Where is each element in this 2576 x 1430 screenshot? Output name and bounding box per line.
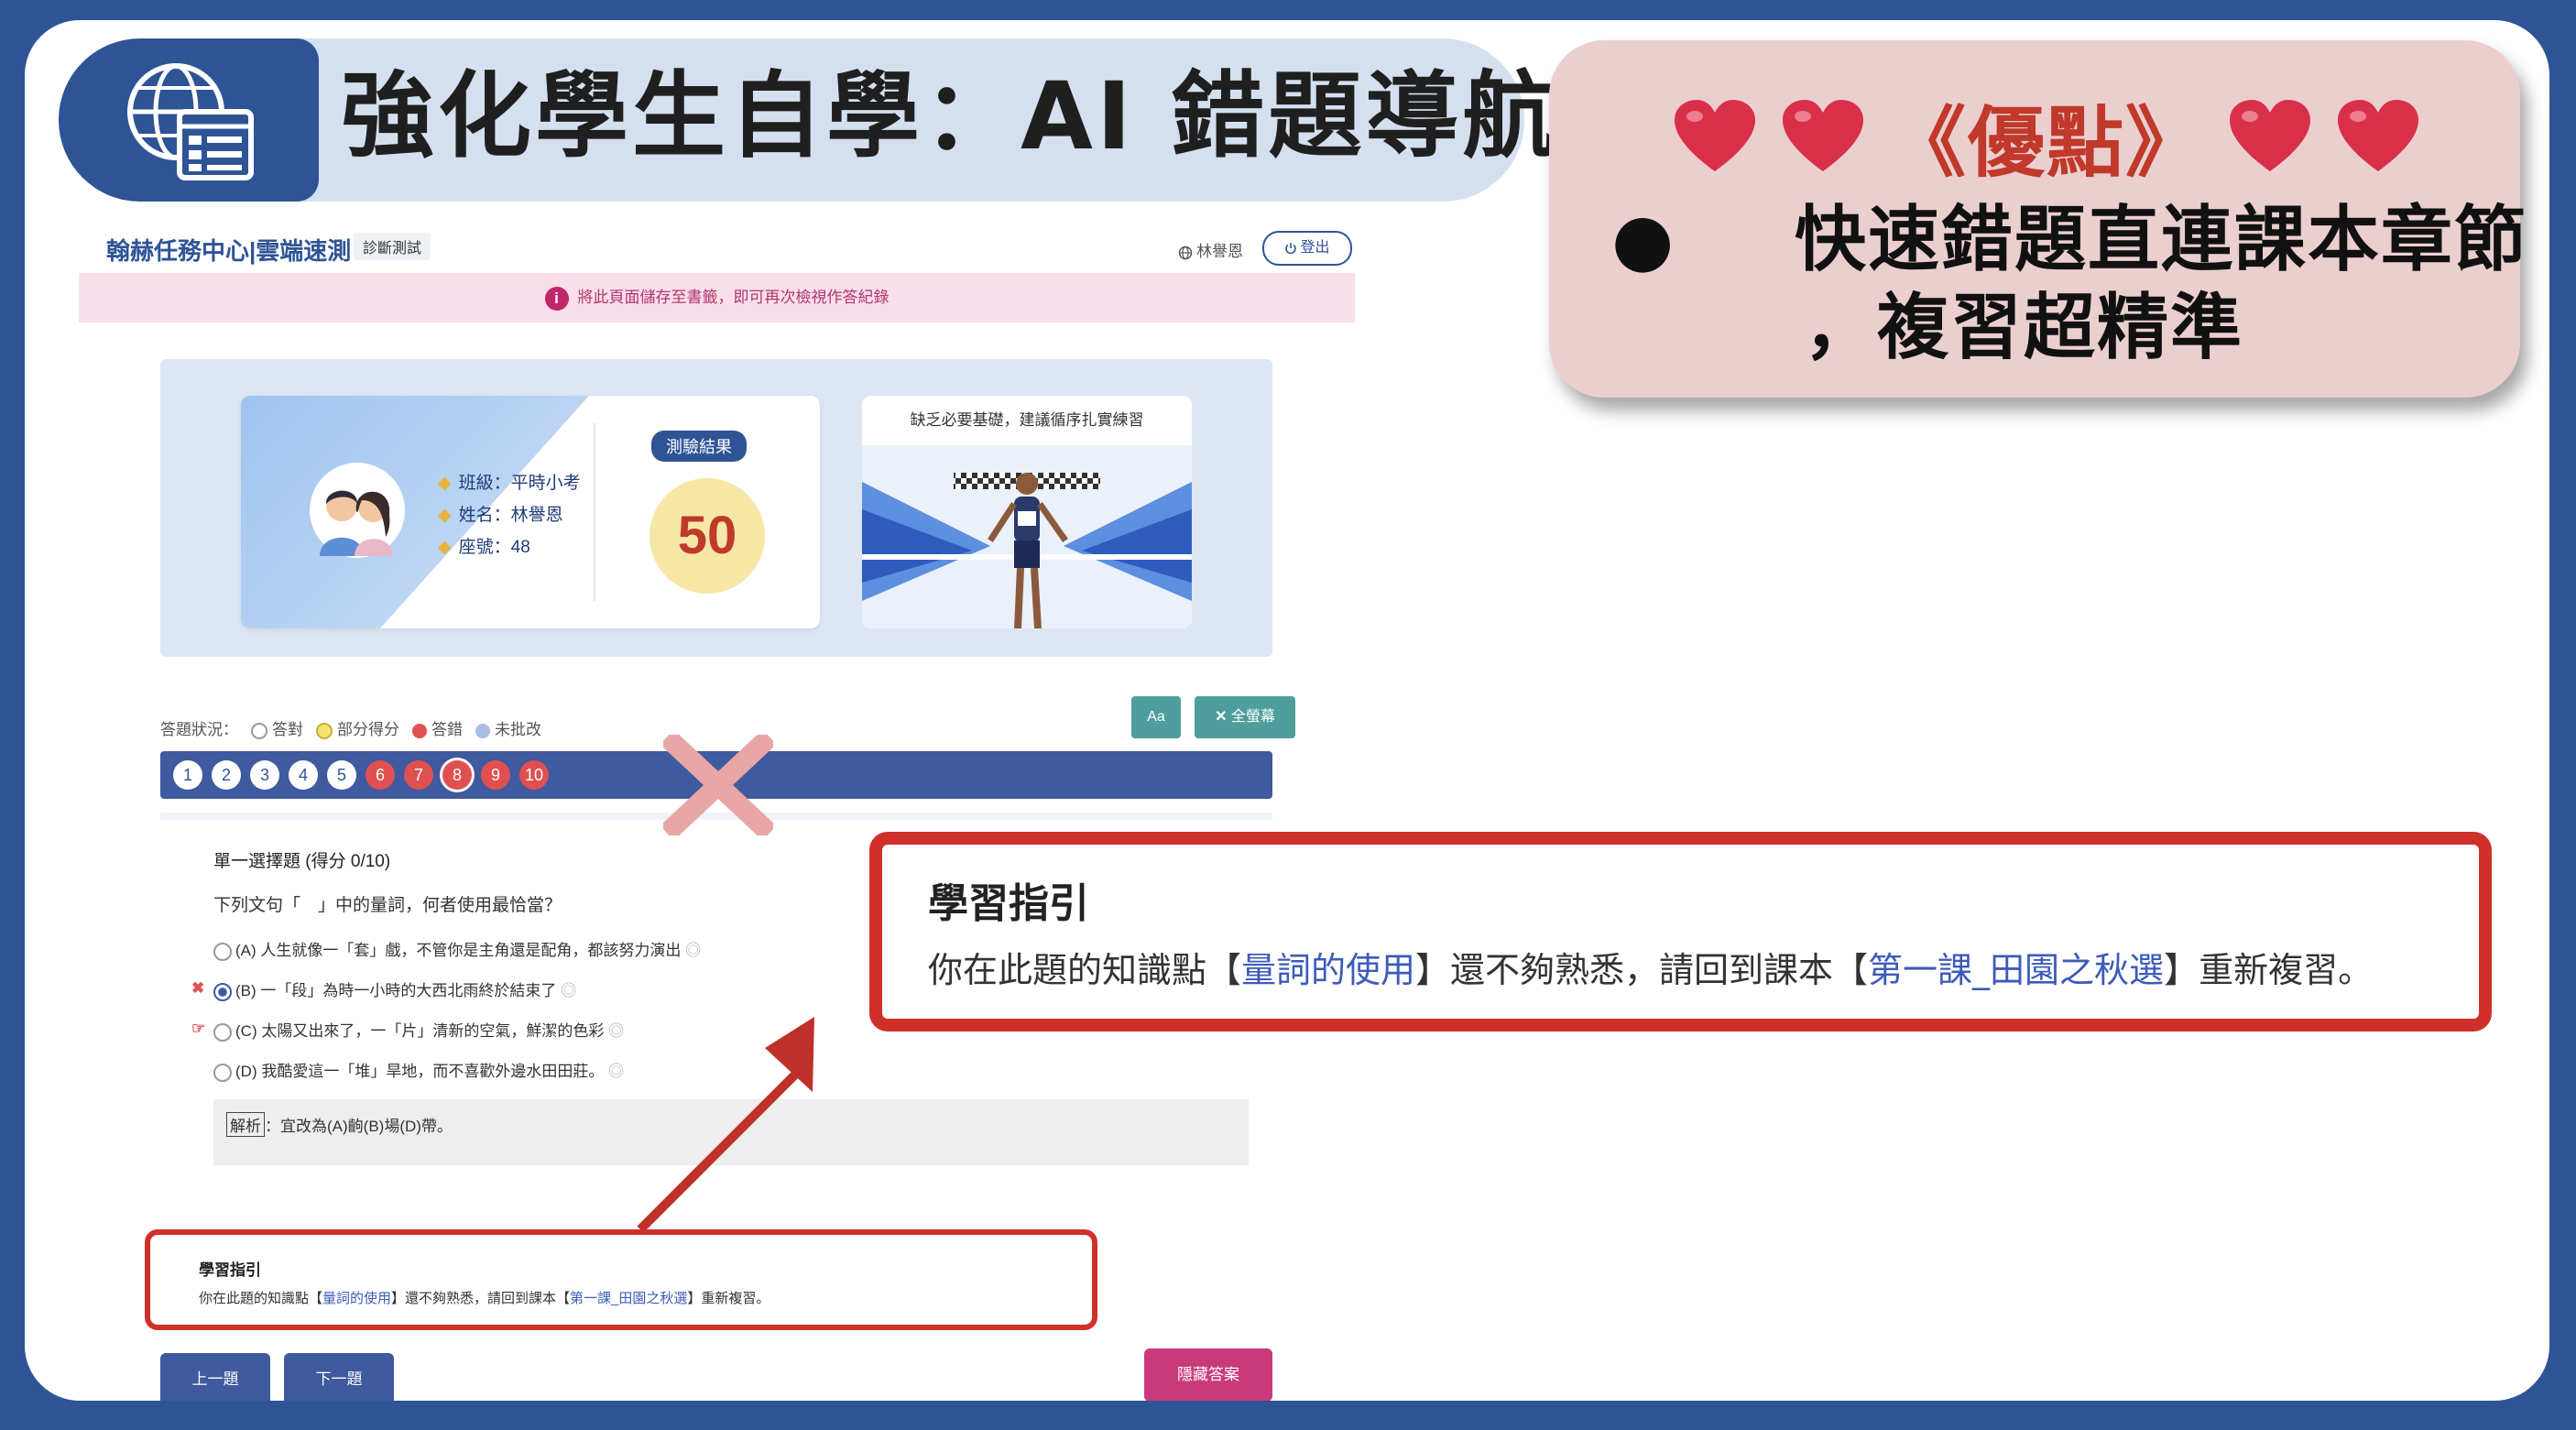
option-a[interactable]: (A) 人生就像一「套」戲，不管你是主角還是配角，都該努力演出 ◎: [213, 937, 701, 961]
fullscreen-icon: ✕: [1215, 709, 1228, 725]
question-number-7[interactable]: 7: [404, 760, 433, 790]
info-icon: i: [544, 286, 569, 311]
question-number-6[interactable]: 6: [366, 760, 395, 790]
user-name-text: 林譽恩: [1196, 243, 1243, 260]
prev-question-button[interactable]: 上一題: [160, 1353, 270, 1401]
status-prefix: 答題狀況：: [160, 721, 238, 738]
status-wrong: 答錯: [412, 721, 463, 738]
chapter-link-zoomed[interactable]: 第一課_田園之秋選: [1868, 950, 2164, 990]
title-icon-box: [59, 38, 319, 202]
app-brand[interactable]: 翰赫任務中心|雲端速測: [106, 233, 351, 267]
student-result-card: ◆ 班級：平時小考 ◆ 姓名：林譽恩 ◆ 座號：48 測驗結果 50: [241, 396, 820, 628]
radio-icon: [213, 1063, 232, 1082]
advice-card: 缺乏必要基礎，建議循序扎實練習: [862, 396, 1192, 628]
student-seat: ◆ 座號：48: [438, 538, 530, 557]
radio-icon: [213, 1022, 232, 1042]
status-partial: 部分得分: [316, 721, 399, 739]
slide: 強化學生自學：AI 錯題導航 《優點》 ● 快速錯題直連課本章節 ，複習超精準 …: [25, 20, 2549, 1401]
heart-icon: [2230, 100, 2311, 171]
globe-icon: [1178, 246, 1193, 259]
wrong-cross-icon: [663, 735, 773, 835]
next-question-button[interactable]: 下一題: [284, 1353, 394, 1401]
option-b[interactable]: (B) 一「段」為時一小時的大西北雨終於結束了 ◎: [213, 977, 576, 1001]
mode-tag: 診斷測試: [354, 233, 431, 260]
result-label: 測驗結果: [651, 431, 747, 462]
question-stem: 下列文句「 」中的量詞，何者使用最恰當？: [213, 896, 562, 915]
question-number-5[interactable]: 5: [327, 760, 356, 790]
explain-text: ：宜改為(A)齣(B)場(D)帶。: [265, 1118, 453, 1135]
student-class: ◆ 班級：平時小考: [438, 474, 581, 493]
notice-text: 將此頁面儲存至書籤，即可再次檢視作答紀錄: [577, 289, 890, 306]
question-number-3[interactable]: 3: [250, 760, 279, 790]
student-avatar-icon: [310, 463, 405, 558]
power-icon: [1285, 242, 1297, 255]
question-number-2[interactable]: 2: [212, 760, 241, 790]
heart-icon: [2338, 100, 2419, 171]
option-c[interactable]: (C) 太陽又出來了，一「片」清新的空氣，鮮潔的色彩 ◎: [213, 1018, 624, 1042]
radio-selected-icon: [213, 982, 232, 1001]
concept-link-zoomed[interactable]: 量詞的使用: [1241, 950, 1415, 990]
answer-status-legend: 答題狀況： 答對 部分得分 答錯 未批改: [160, 716, 554, 739]
question-number-1[interactable]: 1: [173, 760, 202, 790]
heart-icon: [1675, 100, 1755, 171]
learning-guide-zoomed: 學習指引 你在此題的知識點【量詞的使用】還不夠熟悉，請回到課本【第一課_田園之秋…: [869, 832, 2492, 1032]
question-number-9[interactable]: 9: [481, 760, 510, 790]
status-ungraded: 未批改: [475, 721, 541, 738]
correct-pointer-icon: ☞: [191, 1020, 206, 1037]
advantage-heading-row: 《優點》: [1673, 82, 2420, 191]
learning-guide-zoomed-title: 學習指引: [928, 880, 1089, 927]
eye-icon: ◎: [608, 1022, 625, 1040]
advantage-line-2: ，複習超精準: [1804, 287, 2244, 369]
advantage-card: 《優點》 ● 快速錯題直連課本章節 ，複習超精準: [1549, 40, 2526, 398]
explanation-box: 解析 ：宜改為(A)齣(B)場(D)帶。: [213, 1099, 1249, 1165]
learning-guide-zoomed-text: 你在此題的知識點【量詞的使用】還不夠熟悉，請回到課本【第一課_田園之秋選】重新複…: [928, 950, 2374, 990]
result-area: ◆ 班級：平時小考 ◆ 姓名：林譽恩 ◆ 座號：48 測驗結果 50 缺乏必要基礎，建…: [160, 359, 1272, 657]
logout-button[interactable]: 登出: [1262, 231, 1352, 266]
globe-web-icon: [127, 63, 254, 180]
score: 50: [649, 478, 765, 594]
guide-highlight-box: [145, 1229, 1097, 1330]
explain-tag: 解析: [226, 1112, 265, 1137]
slide-title: 強化學生自學：AI 錯題導航: [341, 62, 1560, 171]
font-size-button[interactable]: Aa: [1131, 696, 1181, 738]
question-number-10[interactable]: 10: [519, 760, 549, 790]
student-name: ◆ 姓名：林譽恩: [438, 506, 563, 525]
logout-label: 登出: [1300, 240, 1330, 256]
advantage-heading: 《優點》: [1889, 96, 2205, 188]
bookmark-notice: i 將此頁面儲存至書籤，即可再次檢視作答紀錄: [79, 273, 1355, 322]
question-number-4[interactable]: 4: [289, 760, 318, 790]
bullet: ●: [1611, 199, 1675, 281]
advice-text: 缺乏必要基礎，建議循序扎實練習: [910, 411, 1144, 429]
app-topbar: 翰赫任務中心|雲端速測 診斷測試 林譽恩 登出: [79, 213, 1355, 273]
option-d[interactable]: (D) 我酷愛這一「堆」旱地，而不喜歡外邊水田田莊。 ◎: [213, 1058, 624, 1082]
runner-illustration: [862, 445, 1192, 628]
radio-icon: [213, 942, 232, 961]
user-name: 林譽恩: [1178, 238, 1243, 261]
heart-icon: [1783, 100, 1863, 171]
hide-answer-button[interactable]: 隱藏答案: [1144, 1348, 1272, 1401]
wrong-mark-icon: ✖: [191, 979, 205, 997]
eye-icon: ◎: [608, 1063, 625, 1080]
fullscreen-button[interactable]: ✕ 全螢幕: [1195, 696, 1295, 738]
eye-icon: ◎: [561, 982, 577, 999]
status-correct: 答對: [251, 721, 303, 739]
question-title: 單一選擇題 (得分 0/10): [213, 852, 391, 871]
eye-icon: ◎: [685, 942, 702, 959]
question-number-8[interactable]: 8: [442, 760, 472, 790]
student-info: ◆ 班級：平時小考 ◆ 姓名：林譽恩 ◆ 座號：48: [438, 467, 581, 563]
advantage-line-1: 快速錯題直連課本章節: [1795, 199, 2528, 281]
